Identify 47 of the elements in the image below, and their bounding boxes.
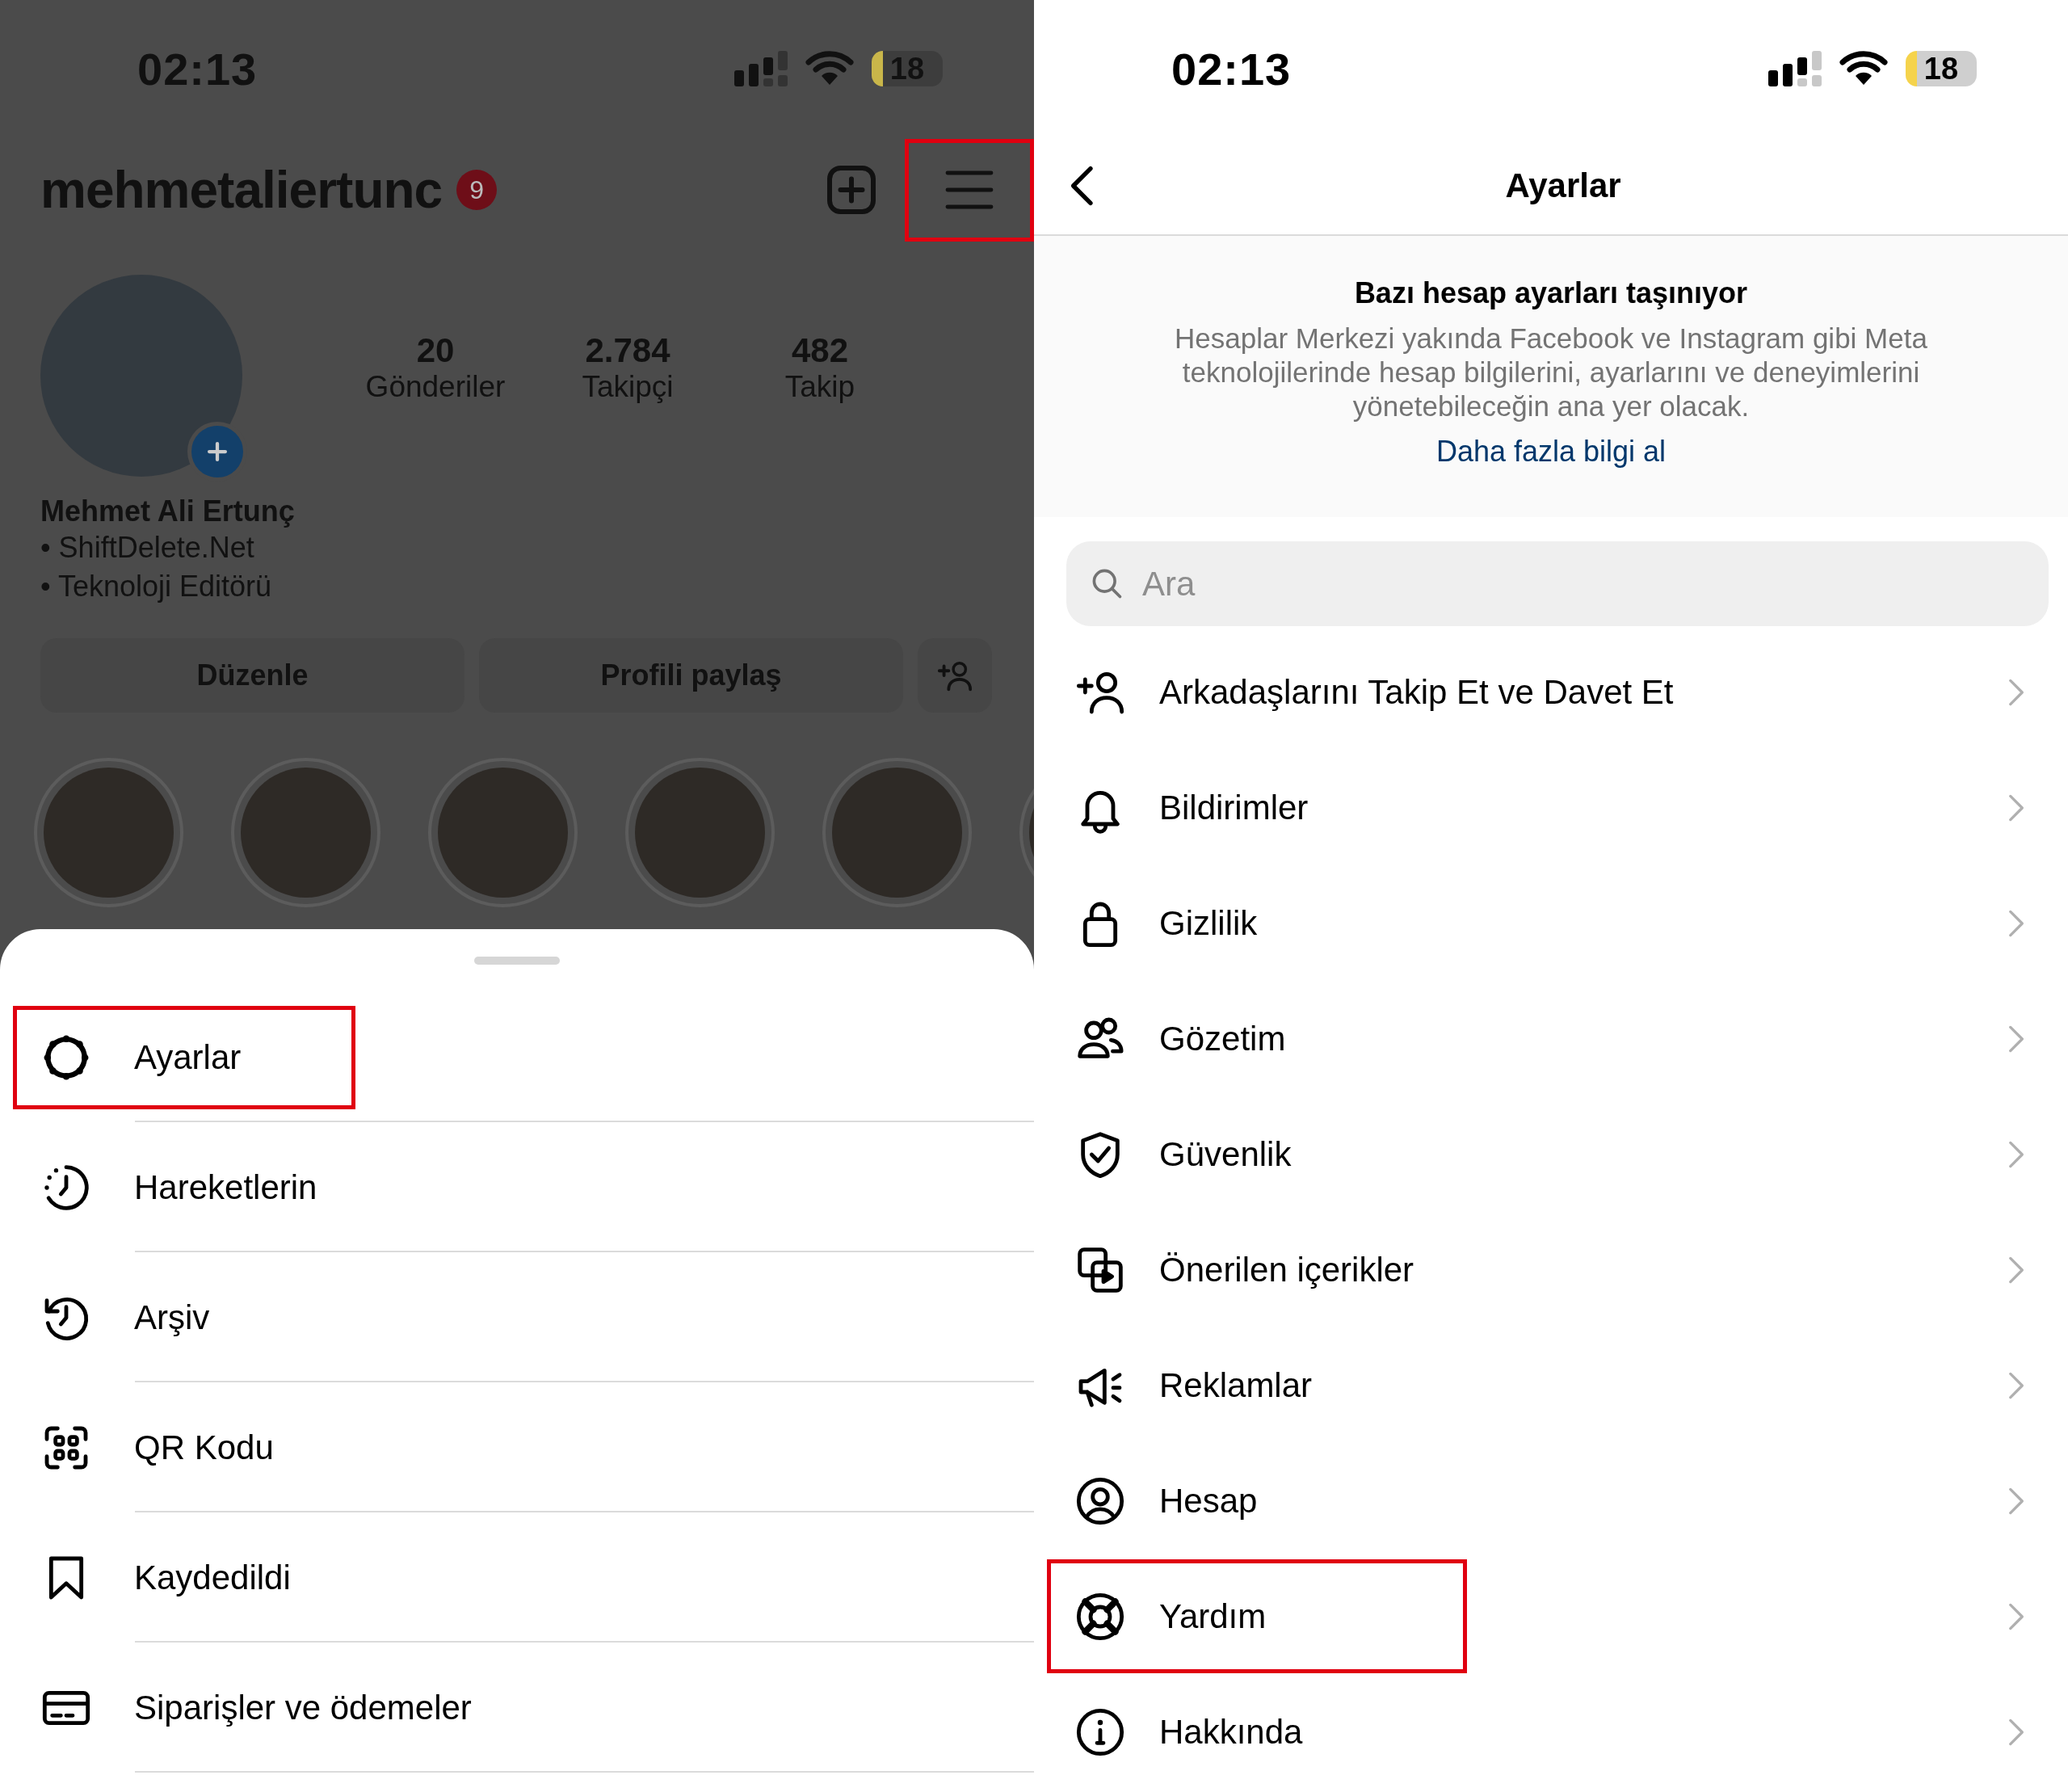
story-highlight[interactable] (822, 758, 972, 907)
story-highlight[interactable] (231, 758, 380, 907)
settings-item[interactable]: Gözetim (1047, 982, 1467, 1096)
bio-line: • ShiftDelete.Net (40, 530, 255, 566)
username: mehmetaliertunc (40, 160, 443, 220)
menu-button[interactable] (905, 138, 1034, 242)
page-title: Ayarlar (1505, 166, 1621, 205)
battery-indicator: 18 (1906, 51, 1977, 86)
stat-count: 482 (791, 331, 849, 370)
notification-badge: 9 (456, 170, 498, 210)
settings-item[interactable]: Reklamlar (1047, 1328, 1467, 1442)
settings-item[interactable]: Arkadaşlarını Takip Et ve Davet Et (1047, 635, 1682, 749)
wifi-icon (1839, 51, 1888, 86)
signal-icon (734, 51, 788, 86)
stat-label: Takipçi (582, 370, 674, 404)
settings-item[interactable]: Hesap (1047, 1444, 1467, 1558)
status-time: 02:13 (137, 42, 258, 95)
add-person-button[interactable] (918, 638, 992, 713)
menu-item[interactable]: Kaydedildi (13, 1525, 355, 1630)
notice-title: Bazı hesap ayarları taşınıyor (1354, 276, 1748, 310)
settings-item[interactable]: Güvenlik (1047, 1097, 1467, 1211)
stat-count: 20 (416, 331, 455, 370)
story-highlight[interactable] (625, 758, 775, 907)
settings-item[interactable]: Hakkında (1047, 1675, 1467, 1789)
status-time: 02:13 (1171, 42, 1292, 95)
stat-count: 2.784 (585, 331, 670, 370)
wifi-icon (805, 51, 854, 86)
stat-label: Gönderiler (365, 370, 506, 404)
notice-text: Hesaplar Merkezi yakında Facebook ve Instagram gibi Meta teknolojilerinde hesap bilgilerini, ayarlarını ve deneyimlerini yönetebileceğin ana yer olacak. (1174, 322, 1928, 423)
search-field[interactable]: Ara (1066, 541, 2049, 626)
menu-item[interactable]: Hareketlerin (13, 1135, 355, 1239)
story-highlight[interactable] (34, 758, 183, 907)
settings-item[interactable]: Yardım (1047, 1559, 1467, 1673)
bio-line: • Teknoloji Editörü (40, 569, 273, 604)
menu-item[interactable]: Ayarlar (13, 1005, 355, 1109)
settings-item[interactable]: Bildirimler (1047, 751, 1467, 864)
settings-item[interactable]: Gizlilik (1047, 866, 1467, 980)
menu-item[interactable]: QR Kodu (13, 1395, 355, 1500)
profile-name: Mehmet Ali Ertunç (40, 494, 296, 528)
story-highlight[interactable] (428, 758, 578, 907)
settings-item[interactable]: Önerilen içerikler (1047, 1213, 1467, 1327)
stat-label: Takip (784, 370, 855, 404)
menu-item[interactable]: Siparişler ve ödemeler (13, 1655, 480, 1760)
menu-item[interactable]: Arşiv (13, 1265, 355, 1369)
sheet-handle[interactable] (474, 957, 560, 965)
learn-more-link[interactable]: Daha fazla bilgi al (1435, 435, 1667, 469)
signal-icon (1768, 51, 1822, 86)
